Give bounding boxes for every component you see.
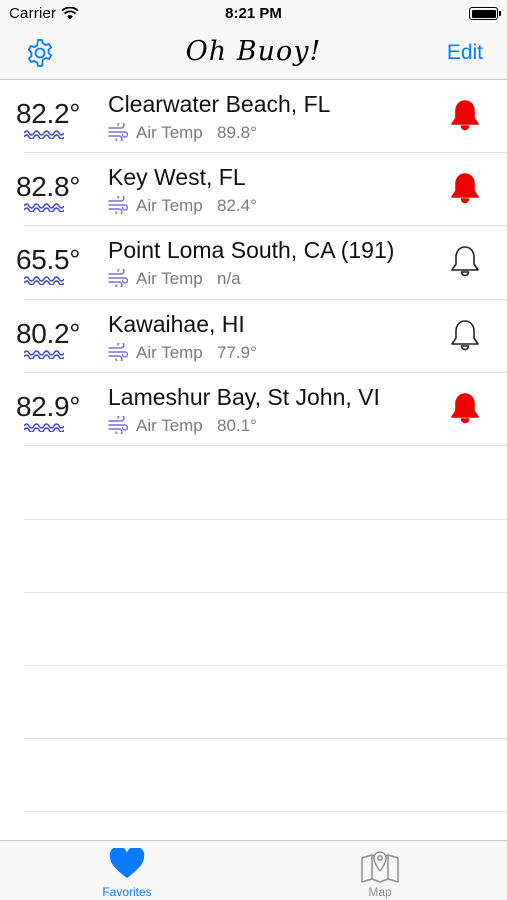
buoy-location-name: Clearwater Beach, FL — [108, 91, 331, 117]
water-temperature: 65.5° — [16, 244, 81, 276]
buoy-location-name: Kawaihae, HI — [108, 310, 245, 337]
water-temperature: 82.2° — [16, 98, 81, 129]
buoy-row[interactable]: 82.9° Lameshur Bay, St John, VI Air Temp 80… — [0, 373, 507, 447]
water-waves-icon — [24, 349, 64, 359]
tab-map[interactable]: Map — [310, 841, 450, 900]
empty-row-separator — [24, 811, 507, 812]
water-temperature: 82.8° — [16, 171, 81, 203]
air-temp-value: n/a — [217, 269, 241, 289]
empty-row-separator — [24, 665, 507, 666]
wind-icon — [108, 342, 128, 361]
tab-favorites-label: Favorites — [102, 885, 152, 899]
water-waves-icon — [24, 423, 64, 432]
water-temperature: 80.2° — [16, 317, 81, 349]
wind-icon — [108, 269, 128, 288]
alert-bell-on-icon[interactable] — [448, 391, 482, 425]
alert-bell-on-icon[interactable] — [448, 98, 482, 132]
map-icon — [361, 851, 399, 883]
wind-icon — [108, 415, 128, 434]
air-temp-label: Air Temp — [136, 196, 203, 216]
tab-favorites[interactable]: Favorites — [57, 841, 197, 900]
buoy-row[interactable]: 65.5° Point Loma South, CA (191) Air Temp n… — [0, 226, 507, 300]
edit-button[interactable]: Edit — [447, 41, 483, 65]
water-waves-icon — [24, 203, 64, 213]
alert-bell-on-icon[interactable] — [448, 171, 482, 205]
app-title: Oh Buoy! — [185, 36, 322, 67]
water-waves-icon — [24, 130, 64, 139]
air-temp-value: 80.1° — [217, 415, 257, 435]
empty-row-separator — [24, 519, 507, 520]
water-waves-icon — [24, 276, 64, 286]
tab-map-label: Map — [368, 885, 392, 899]
alert-bell-off-icon[interactable] — [448, 244, 482, 278]
alert-bell-off-icon[interactable] — [448, 318, 482, 352]
navigation-bar: Oh Buoy! Edit — [0, 28, 507, 80]
air-temp-label: Air Temp — [136, 269, 203, 289]
air-temp-value: 77.9° — [217, 342, 257, 362]
wind-icon — [108, 123, 128, 141]
heart-icon — [109, 848, 145, 878]
buoy-row[interactable]: 82.8° Key West, FL Air Temp 82.4° — [0, 153, 507, 227]
status-time: 8:21 PM — [225, 5, 282, 22]
air-temp-label: Air Temp — [136, 342, 203, 362]
air-temp-value: 82.4° — [217, 196, 257, 216]
water-temperature: 82.9° — [16, 390, 81, 422]
favorites-list: 82.2° Clearwater Beach, FL Air Temp 89.8° 82… — [0, 80, 507, 447]
buoy-location-name: Lameshur Bay, St John, VI — [108, 383, 380, 410]
wind-icon — [108, 196, 128, 215]
battery-icon — [469, 7, 501, 20]
air-temp-label: Air Temp — [136, 123, 203, 142]
tab-bar: Favorites Map — [0, 840, 507, 900]
buoy-location-name: Point Loma South, CA (191) — [108, 237, 395, 264]
empty-row-separator — [24, 592, 507, 593]
buoy-row[interactable]: 80.2° Kawaihae, HI Air Temp 77.9° — [0, 300, 507, 373]
air-temp-label: Air Temp — [136, 415, 203, 435]
settings-gear-icon[interactable] — [24, 37, 56, 69]
status-bar: Carrier 8:21 PM — [0, 0, 507, 28]
empty-row-separator — [24, 738, 507, 739]
buoy-location-name: Key West, FL — [108, 164, 246, 191]
air-temp-value: 89.8° — [217, 123, 257, 142]
buoy-row[interactable]: 82.2° Clearwater Beach, FL Air Temp 89.8° — [0, 80, 507, 154]
